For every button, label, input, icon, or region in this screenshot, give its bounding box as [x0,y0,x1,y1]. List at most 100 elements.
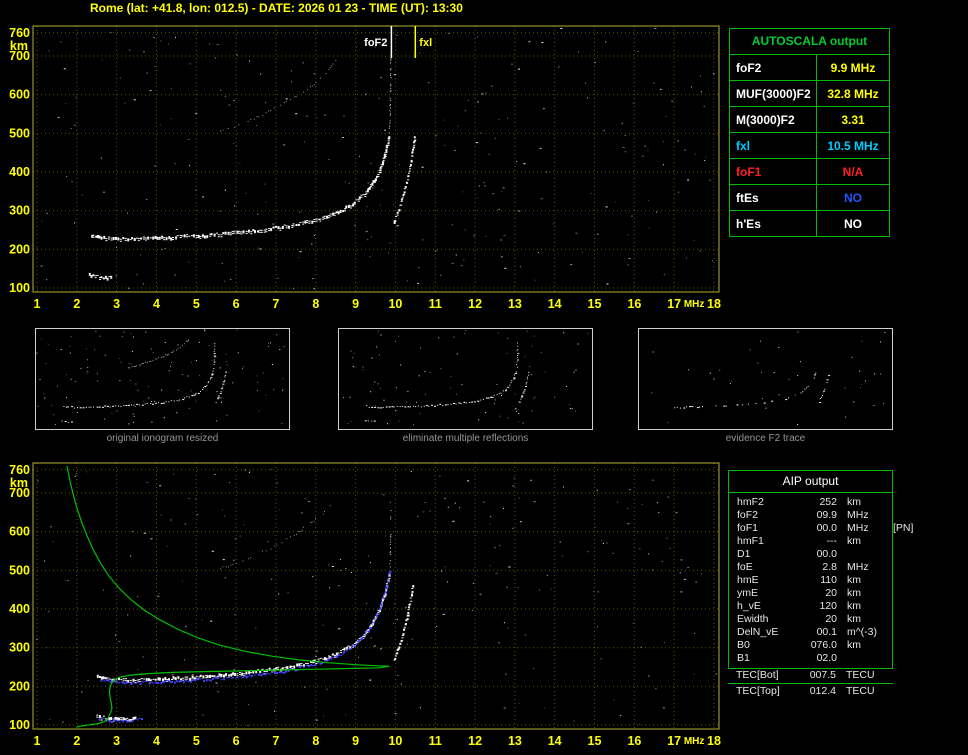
parameter-value: 32.8 MHz [827,86,879,101]
x-tick-label: 2 [73,297,80,311]
aip-unit: km [847,535,861,547]
autoscala-program-window: Rome (lat: +41.8, lon: 012.5) - DATE: 20… [0,0,968,755]
aip-row: ymE 20 km [729,587,892,600]
aip-table-box: AIP output hmF2 252 km foF2 09.9 MHz foF1 00.0 M… [728,470,913,669]
y-tick-label: 760 [9,463,30,477]
parameter-value: NO [844,190,862,205]
thumb-trace-f2_x [518,371,530,403]
x-tick-label: 3 [113,734,120,748]
trace-f2_o_top [388,58,392,134]
aip-extra [887,652,893,665]
trace-hop2 [220,59,337,132]
aip-unit: km [847,496,861,508]
y-tick-label: 300 [9,204,30,218]
x-tick-label: 17 [667,297,681,311]
aip-row: h_vE 120 km [729,600,892,613]
window-title: Rome (lat: +41.8, lon: 012.5) - DATE: 20… [90,1,463,15]
trace-f2_o_top [389,510,392,568]
aip-value: 00.0 [816,548,837,560]
x-tick-label: 7 [272,734,279,748]
noise-speckle [651,331,886,425]
x-tick-label: 9 [352,734,359,748]
x-tick-label: 17 [667,734,681,748]
parameter-value: 3.31 [841,112,865,127]
autoscala-row: h'Es NO [730,210,889,236]
noise-speckle [36,329,285,425]
thumb-trace-f2_o_top [213,343,217,369]
trace-e_layer [88,272,113,281]
parameter-name: MUF(3000)F2 [730,81,817,106]
x-tick-label: 11 [429,297,442,311]
x-tick-label: 6 [233,297,240,311]
aip-unit: km [847,587,861,599]
autoscala-row: fxl 10.5 MHz [730,132,889,158]
aip-row: D1 00.0 [729,548,892,561]
y-tick-label: 200 [9,679,30,693]
x-tick-label: 13 [508,734,522,748]
aip-extra [887,535,893,548]
thumbnail-caption: original ionogram resized [106,433,219,444]
aip-unit [837,652,887,665]
y-axis-unit: km [10,476,28,490]
aip-unit: MHz [847,522,869,534]
aip-unit: TECU [846,669,875,681]
aip-name: ymE [737,587,758,599]
aip-unit: MHz [847,561,869,573]
ionogram-top-chart: foF2 fxl1 2 3 4 5 6 7 8 9 10 11 12 13 14 15 16 17 18MHz760… [9,25,721,311]
x-tick-label: 18 [707,297,721,311]
x-tick-label: 11 [429,734,442,748]
thumb-trace-f2_o_top [516,342,520,368]
axis-labels: 1 2 3 4 5 6 7 8 9 10 11 12 13 14 15 16 17 18MHz7607006005… [9,26,721,311]
aip-extra [887,548,893,561]
thumb-trace-f2_x [819,374,831,403]
thumbnail-caption: evidence F2 trace [725,433,806,444]
autoscala-row: foF1 N/A [730,158,889,184]
aip-extra [887,496,893,509]
x-tick-label: 5 [193,734,200,748]
plot-border [32,25,720,293]
aip-extra [887,509,893,522]
y-axis-unit: km [10,39,28,53]
x-tick-label: 16 [627,297,641,311]
aip-value: 252 [819,496,837,508]
aip-value: 09.9 [816,509,837,521]
autoscala-row: ftEs NO [730,184,889,210]
autoscala-row: M(3000)F2 3.31 [730,106,889,132]
aip-value: 120 [819,600,837,612]
marker-foF2: foF2 [364,26,393,58]
aip-name: hmF2 [737,496,764,508]
y-tick-label: 600 [9,525,30,539]
ionogram-bottom-chart: 1 2 3 4 5 6 7 8 9 10 11 12 13 14 15 16 17 18MHz7607006005… [9,462,721,748]
noise-speckle [36,28,715,290]
aip-unit: m^(-3) [847,626,878,638]
autoscala-table-rows: foF2 9.9 MHz MUF(3000)F2 32.8 MHz M(3000)F2 3… [730,55,889,236]
aip-value: 20 [825,613,837,625]
thumbnail-eliminate-reflections-canvas [343,330,589,426]
aip-unit: TECU [846,685,875,697]
aip-row: hmE 110 km [729,574,892,587]
noise-speckle [343,330,589,426]
parameter-name: M(3000)F2 [730,107,817,132]
parameter-value: N/A [842,164,864,179]
aip-name: DelN_vE [737,626,779,638]
aip-name: foF2 [737,509,759,521]
x-tick-label: 7 [272,297,279,311]
aip-unit: km [847,600,861,612]
aip-row: Ewidth 20 km [729,613,892,626]
x-tick-label: 1 [34,297,41,311]
noise-speckle [36,468,717,727]
aip-row: hmF2 252 km [729,496,892,509]
aip-name: foE [737,561,753,573]
parameter-name: foF2 [730,55,817,80]
aip-extra [887,574,893,587]
x-tick-label: 6 [233,734,240,748]
aip-name: hmF1 [737,535,764,547]
aip-name: TEC[Top] [736,685,780,697]
trace-f2_o [91,136,391,242]
aip-extra [886,685,893,698]
autoscala-table-title: AUTOSCALA output [730,29,889,55]
aip-row: B1 02.0 [729,652,892,665]
marker-fxl: fxl [414,26,432,58]
autoscala-row: foF2 9.9 MHz [730,55,889,80]
aip-extra [887,561,893,574]
